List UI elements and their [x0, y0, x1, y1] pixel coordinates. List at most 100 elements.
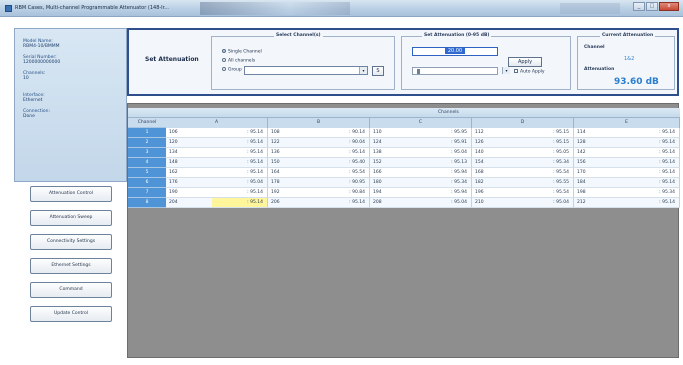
table-cell[interactable]: 106 : 95.14 — [166, 128, 268, 138]
table-cell[interactable]: 120: 95.14 — [166, 138, 268, 148]
table-cell[interactable]: 182: 95.55 — [472, 178, 574, 188]
cell-attenuation: : 95.04 — [247, 180, 263, 185]
close-button[interactable]: x — [659, 2, 679, 11]
table-cell[interactable]: 204: 95.14 — [166, 198, 268, 208]
auto-apply-label: Auto Apply — [520, 69, 545, 75]
cell-id: 152 — [373, 160, 382, 165]
table-cell[interactable]: 210 : 95.04 — [472, 198, 574, 208]
table-cell[interactable]: 190: 95.14 — [166, 188, 268, 198]
table-cell[interactable]: 112: 95.15 — [472, 128, 574, 138]
attenuation-input-value: 20.00 — [444, 48, 466, 54]
table-cell[interactable]: 178: 90.95 — [268, 178, 370, 188]
channels-info: Channels: 10 — [23, 71, 45, 81]
cell-attenuation: : 95.54 — [349, 170, 365, 175]
table-cell[interactable]: 196: 95.54 — [472, 188, 574, 198]
maximize-button[interactable]: □ — [646, 2, 658, 11]
column-header: D — [472, 118, 574, 128]
table-cell[interactable]: 108: 90.14 — [268, 128, 370, 138]
table-cell[interactable]: 142: 95.14 — [574, 148, 680, 158]
table-cell[interactable]: 180: 95.34 — [370, 178, 472, 188]
cell-attenuation: : 95.14 — [349, 150, 365, 155]
table-cell[interactable]: 164: 95.54 — [268, 168, 370, 178]
table-cell[interactable]: 166: 95.94 — [370, 168, 472, 178]
row-header[interactable]: 3 — [128, 148, 166, 158]
group-select[interactable]: ▾ — [244, 66, 368, 75]
table-cell[interactable]: 176: 95.04 — [166, 178, 268, 188]
cell-id: 168 — [475, 170, 484, 175]
cell-attenuation: : 95.54 — [553, 170, 569, 175]
command-button[interactable]: Command — [30, 282, 112, 298]
table-cell[interactable]: 128: 95.14 — [574, 138, 680, 148]
connectivity-settings-button[interactable]: Connectivity Settings — [30, 234, 112, 250]
cell-attenuation: : 95.04 — [553, 200, 569, 205]
table-cell[interactable]: 170: 95.14 — [574, 168, 680, 178]
row-header[interactable]: 8 — [128, 198, 166, 208]
table-cell[interactable]: 134 : 95.14 — [166, 148, 268, 158]
row-header[interactable]: 7 — [128, 188, 166, 198]
table-cell[interactable]: 150: 95.40 — [268, 158, 370, 168]
table-cell[interactable]: 156: 95.14 — [574, 158, 680, 168]
current-channel-value: 1&2 — [624, 56, 635, 62]
table-cell[interactable]: 124: 95.91 — [370, 138, 472, 148]
row-header[interactable]: 5 — [128, 168, 166, 178]
row-header[interactable]: 1 — [128, 128, 166, 138]
table-cell[interactable]: 162: 95.14 — [166, 168, 268, 178]
table-cell[interactable]: 114: 95.14 — [574, 128, 680, 138]
current-channel-label: Channel — [584, 45, 605, 50]
ethernet-settings-button[interactable]: Ethernet Settings — [30, 258, 112, 274]
attenuation-input[interactable]: 20.00 — [412, 47, 498, 56]
table-cell[interactable]: 168 : 95.54 — [472, 168, 574, 178]
table-cell[interactable]: 206: 95.14 — [268, 198, 370, 208]
row-header[interactable]: 2 — [128, 138, 166, 148]
table-cell[interactable]: 198: 95.34 — [574, 188, 680, 198]
table-cell[interactable]: 154: 95.34 — [472, 158, 574, 168]
cell-id: 178 — [271, 180, 280, 185]
slider-stepper[interactable]: ▾ — [500, 67, 510, 76]
cell-id: 210 — [475, 200, 484, 205]
table-cell[interactable]: 138: 95.04 — [370, 148, 472, 158]
all-channels-radio[interactable]: All channels — [222, 58, 255, 64]
table-cell[interactable]: 152: 95.13 — [370, 158, 472, 168]
cell-id: 182 — [475, 180, 484, 185]
attenuation-slider[interactable] — [412, 67, 498, 75]
table-cell[interactable]: 208: 95.04 — [370, 198, 472, 208]
cell-id: 154 — [475, 160, 484, 165]
cell-attenuation: : 95.05 — [553, 150, 569, 155]
group-radio[interactable]: Group — [222, 67, 242, 73]
table-cell[interactable]: 148: 95.14 — [166, 158, 268, 168]
current-attenuation-group: Current Attenuation Channel 1&2 Attenuat… — [577, 33, 675, 90]
attenuation-sweep-button[interactable]: Attenuation Sweep — [30, 210, 112, 226]
apply-button[interactable]: Apply — [508, 57, 542, 67]
table-cell[interactable]: 192: 90.84 — [268, 188, 370, 198]
group-settings-button[interactable]: S — [372, 66, 384, 76]
table-cell[interactable]: 184: 95.14 — [574, 178, 680, 188]
row-header[interactable]: 6 — [128, 178, 166, 188]
table-cell[interactable]: 194: 95.94 — [370, 188, 472, 198]
cell-id: 106 — [169, 130, 178, 135]
minimize-button[interactable]: _ — [633, 2, 645, 11]
attenuation-control-button[interactable]: Attenuation Control — [30, 186, 112, 202]
cell-attenuation: : 95.14 — [659, 150, 675, 155]
single-channel-radio-label: Single Channel — [228, 49, 262, 55]
slider-thumb[interactable] — [417, 69, 420, 74]
window-title: RBM Cases, Multi-channel Programmable At… — [15, 5, 170, 11]
cell-attenuation: : 95.15 — [553, 140, 569, 145]
table-cell[interactable]: 126: 95.15 — [472, 138, 574, 148]
cell-attenuation: : 95.14 — [247, 190, 263, 195]
table-cell[interactable]: 122: 90.04 — [268, 138, 370, 148]
single-channel-radio[interactable]: Single Channel — [222, 49, 262, 55]
row-header[interactable]: 4 — [128, 158, 166, 168]
auto-apply-checkbox[interactable]: Auto Apply — [514, 69, 545, 75]
cell-id: 196 — [475, 190, 484, 195]
model-name-value: RBM4-10/BMMM — [23, 44, 60, 49]
cell-id: 134 — [169, 150, 178, 155]
table-cell[interactable]: 110: 95.95 — [370, 128, 472, 138]
cell-attenuation: : 95.14 — [247, 150, 263, 155]
cell-attenuation: : 95.14 — [247, 170, 263, 175]
table-cell[interactable]: 136: 95.14 — [268, 148, 370, 158]
update-control-button[interactable]: Update Control — [30, 306, 112, 322]
table-cell[interactable]: 140: 95.05 — [472, 148, 574, 158]
table-cell[interactable]: 212: 95.14 — [574, 198, 680, 208]
cell-attenuation: : 95.14 — [659, 130, 675, 135]
cell-attenuation: : 95.14 — [247, 130, 263, 135]
